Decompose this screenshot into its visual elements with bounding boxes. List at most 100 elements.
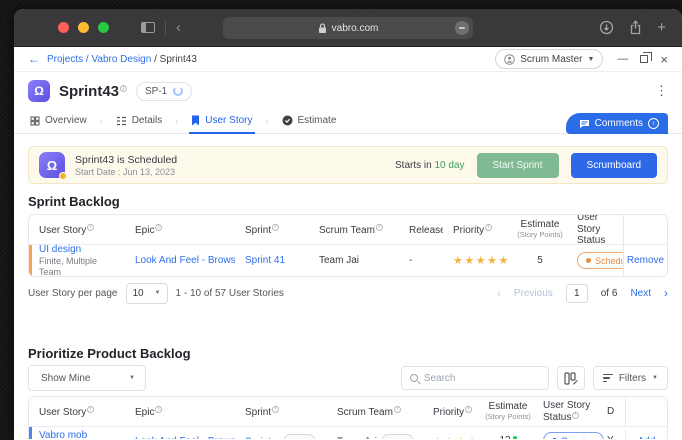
col-priority[interactable]: Priority	[443, 224, 513, 236]
close-traffic-light[interactable]	[58, 22, 69, 33]
sprint-backlog-table: User Story Epic Sprint Scrum Team Releas…	[28, 214, 668, 277]
col-scrum-team[interactable]: Scrum Team	[327, 406, 423, 418]
status-badge: Ongoing	[543, 432, 604, 439]
restore-icon[interactable]	[640, 55, 648, 63]
window-controls: — ×	[617, 53, 668, 66]
tab-details[interactable]: Details	[114, 108, 165, 133]
col-status[interactable]: User Story Status	[567, 214, 623, 247]
col-sprint[interactable]: Sprint	[235, 224, 309, 236]
show-mine-select[interactable]: Show Mine ▼	[28, 365, 146, 391]
page-number-input[interactable]	[566, 284, 588, 303]
col-user-story[interactable]: User Story	[29, 224, 125, 236]
titlebar-divider	[165, 21, 166, 35]
app-page: ← Projects / Vabro Design / Sprint43 Scr…	[14, 47, 682, 439]
col-epic[interactable]: Epic	[125, 406, 235, 418]
per-page-label: User Story per page	[28, 288, 118, 299]
col-d[interactable]: D	[605, 406, 625, 417]
prev-chevron-icon[interactable]: ‹	[497, 286, 501, 300]
info-icon	[87, 406, 94, 413]
search-input[interactable]	[424, 373, 540, 384]
epic-link[interactable]: Look And Feel - Browser V2	[125, 436, 235, 439]
table-header-row: User Story Epic Sprint Scrum Team Releas…	[29, 215, 667, 245]
info-icon	[272, 224, 279, 231]
col-sprint[interactable]: Sprint	[235, 406, 327, 418]
user-story-link: UI design	[39, 244, 121, 256]
status-cell[interactable]: Ongoing	[533, 432, 605, 439]
sync-spinner-icon	[173, 86, 183, 96]
starts-in-text: Starts in 10 day	[395, 160, 465, 171]
epic-link[interactable]: Look And Feel - Browser V2	[125, 255, 235, 266]
user-story-cell[interactable]: UI design Finite, Multiple Team	[29, 244, 125, 277]
info-icon	[272, 406, 279, 413]
minimize-traffic-light[interactable]	[78, 22, 89, 33]
breadcrumb: Projects / Vabro Design / Sprint43	[47, 54, 197, 65]
previous-link[interactable]: Previous	[514, 288, 553, 299]
info-icon	[155, 406, 162, 413]
user-story-cell[interactable]: Vabro mob design▼ Recurring, Multiple Te…	[29, 430, 125, 439]
sprint-cell[interactable]: Sprint ..+2▼	[235, 434, 327, 439]
user-story-link: Vabro mob design	[39, 430, 87, 439]
pagination-summary: 1 - 10 of 57 User Stories	[176, 288, 284, 299]
scrumboard-button[interactable]: Scrumboard	[571, 153, 657, 178]
sidebar-toggle-icon[interactable]	[141, 22, 155, 33]
col-status[interactable]: User Story Status	[533, 400, 605, 423]
chevron-down-icon: ▼	[303, 439, 309, 440]
col-scrum-team[interactable]: Scrum Team	[309, 224, 399, 236]
chevron-down-icon: ▼	[401, 439, 407, 440]
kebab-menu-icon[interactable]: ⋮	[655, 83, 668, 99]
show-mine-label: Show Mine	[41, 373, 90, 384]
next-link[interactable]: Next	[630, 288, 651, 299]
page-title: Sprint43	[59, 83, 127, 100]
filters-button[interactable]: Filters ▼	[593, 366, 668, 390]
start-sprint-button[interactable]: Start Sprint	[477, 153, 559, 178]
close-icon[interactable]: ×	[660, 53, 668, 66]
tab-user-story[interactable]: User Story	[189, 108, 254, 133]
col-epic[interactable]: Epic	[125, 224, 235, 236]
col-estimate[interactable]: Estimate(Story Points)	[483, 401, 533, 421]
browser-back-icon[interactable]: ‹	[176, 20, 181, 35]
priority-stars[interactable]: ★★★★★	[423, 435, 483, 439]
starts-in-value: 10 day	[434, 160, 464, 171]
more-teams-badge[interactable]: +2▼	[381, 434, 414, 439]
per-page-select[interactable]: 10 ▼	[126, 283, 168, 304]
minimize-icon[interactable]: —	[617, 53, 628, 65]
info-icon	[87, 224, 94, 231]
clock-badge-icon	[59, 172, 67, 180]
role-selector[interactable]: Scrum Master ▼	[495, 49, 603, 69]
next-chevron-icon[interactable]: ›	[664, 286, 668, 300]
sprint-link[interactable]: Sprint 41	[235, 255, 309, 266]
scrum-team-cell: Team Jai	[309, 255, 399, 266]
new-tab-icon[interactable]: +	[657, 20, 666, 35]
sprint-banner-icon: Ω	[39, 152, 65, 178]
priority-stars[interactable]: ★★★★★	[443, 254, 513, 267]
status-dot-icon	[586, 258, 591, 263]
col-estimate[interactable]: Estimate(Story Points)	[513, 219, 567, 239]
col-user-story[interactable]: User Story	[29, 406, 125, 418]
product-backlog-table: User Story Epic Sprint Scrum Team Priori…	[28, 396, 668, 439]
status-cell[interactable]: Scheduled	[567, 252, 623, 269]
back-arrow-icon[interactable]: ←	[28, 52, 40, 66]
sprint-id-badge[interactable]: SP-1	[136, 82, 192, 101]
chevron-down-icon: ▼	[587, 56, 594, 63]
page-settings-icon[interactable]	[455, 21, 469, 35]
share-icon[interactable]	[629, 20, 642, 35]
tab-estimate[interactable]: Estimate	[280, 108, 339, 133]
edit-columns-button[interactable]	[557, 366, 585, 390]
more-sprints-badge[interactable]: +2▼	[283, 434, 316, 439]
add-link[interactable]: Add	[638, 436, 656, 439]
comments-button[interactable]: Comments ‹	[566, 113, 668, 134]
sprint-backlog-heading: Sprint Backlog	[28, 194, 668, 209]
browser-url-bar[interactable]: vabro.com	[223, 17, 473, 39]
remove-link[interactable]: Remove	[627, 255, 664, 266]
zoom-traffic-light[interactable]	[98, 22, 109, 33]
screenshot-root: ‹ vabro.com +	[0, 0, 682, 440]
traffic-lights	[58, 22, 109, 33]
estimate-flag-icon	[513, 436, 517, 439]
col-priority[interactable]: Priority	[423, 406, 483, 418]
lock-icon	[318, 23, 327, 34]
downloads-icon[interactable]	[599, 20, 614, 35]
tab-overview[interactable]: Overview	[28, 108, 89, 133]
scrum-team-cell[interactable]: Team Jai+2▼	[327, 434, 423, 439]
col-release[interactable]: Release	[399, 224, 443, 236]
breadcrumb-links[interactable]: Projects / Vabro Design	[47, 54, 151, 65]
